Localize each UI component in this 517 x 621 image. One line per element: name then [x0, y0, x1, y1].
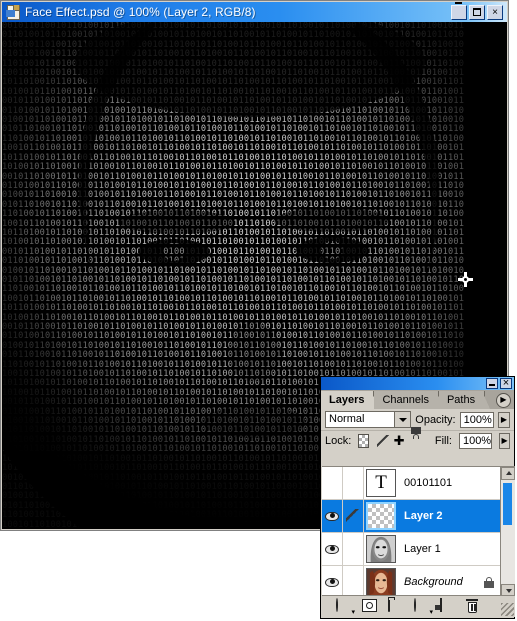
- fill-label: Fill:: [434, 434, 452, 447]
- add-layer-mask-button[interactable]: [362, 599, 377, 614]
- chevron-down-icon: [394, 412, 411, 427]
- lock-row: Lock: ✚ Fill: 100%: [321, 426, 514, 450]
- palette-tabs: Layers Channels Paths: [321, 390, 514, 409]
- eye-icon: [325, 511, 339, 521]
- lock-image-pixels-icon[interactable]: [376, 434, 390, 448]
- tab-layers-label: Layers: [329, 394, 365, 406]
- photoshop-screen: Face Effect.psd @ 100% (Layer 2, RGB/8) …: [0, 0, 517, 621]
- lock-all-icon[interactable]: [411, 426, 422, 448]
- layer-link-toggle[interactable]: [343, 467, 364, 499]
- blend-mode-select[interactable]: Normal: [325, 411, 412, 428]
- layer-name[interactable]: Layer 1: [404, 543, 441, 555]
- close-button[interactable]: ×: [487, 4, 503, 20]
- layer-name[interactable]: Background: [404, 576, 463, 588]
- layer-visibility-toggle[interactable]: [322, 500, 343, 532]
- opacity-label: Opacity:: [415, 413, 456, 426]
- palette-minimize-button[interactable]: [486, 378, 498, 389]
- delete-layer-button[interactable]: [466, 599, 481, 614]
- lock-position-icon[interactable]: ✚: [394, 433, 405, 448]
- opacity-slider-button[interactable]: [497, 411, 510, 429]
- layer-link-toggle[interactable]: [343, 500, 364, 532]
- grayscale-face-icon: [367, 536, 395, 562]
- lock-all-icon: [484, 577, 494, 588]
- layer-link-toggle[interactable]: [343, 566, 364, 596]
- palette-titlebar[interactable]: [321, 376, 514, 390]
- color-face-icon: [367, 569, 395, 595]
- layer-thumbnail-grayscale-face[interactable]: [366, 535, 396, 563]
- new-layer-button[interactable]: [440, 598, 455, 614]
- layer-visibility-toggle[interactable]: [322, 467, 343, 499]
- layer-thumbnail-color-face[interactable]: [366, 568, 396, 596]
- tab-paths[interactable]: Paths: [438, 391, 491, 409]
- opacity-input[interactable]: 100%: [459, 411, 494, 428]
- tab-paths-label: Paths: [446, 394, 476, 406]
- palette-close-button[interactable]: [500, 376, 512, 390]
- close-icon: ×: [492, 6, 498, 18]
- layer-thumbnail-text[interactable]: T: [366, 469, 396, 497]
- tab-layers[interactable]: Layers: [321, 391, 381, 409]
- text-layer-T-icon: T: [375, 472, 387, 493]
- layers-palette: Layers Channels Paths Normal Opacity: 10…: [320, 376, 515, 619]
- table-row[interactable]: Layer 1: [322, 533, 500, 566]
- eye-icon: [325, 577, 339, 587]
- layer-thumbnail-transparent[interactable]: [366, 502, 396, 530]
- lock-label: Lock:: [325, 434, 352, 447]
- layer-name[interactable]: 00101101: [404, 477, 452, 489]
- tab-channels-label: Channels: [382, 394, 429, 406]
- layer-list-scrollbar[interactable]: [500, 467, 515, 596]
- table-row[interactable]: Background: [322, 566, 500, 596]
- table-row[interactable]: Layer 2: [322, 500, 500, 533]
- new-adjustment-layer-button[interactable]: ▾: [414, 598, 433, 616]
- document-title: Face Effect.psd @ 100% (Layer 2, RGB/8): [25, 5, 256, 19]
- layer-link-toggle[interactable]: [343, 533, 364, 565]
- maximize-button[interactable]: [469, 4, 485, 20]
- minimize-button[interactable]: [451, 1, 467, 20]
- layer-visibility-toggle[interactable]: [322, 566, 343, 596]
- scroll-up-arrow-icon[interactable]: [501, 467, 515, 480]
- palette-menu-button[interactable]: [496, 393, 511, 408]
- blend-mode-value: Normal: [329, 413, 365, 425]
- document-titlebar[interactable]: Face Effect.psd @ 100% (Layer 2, RGB/8) …: [2, 1, 507, 22]
- tab-channels[interactable]: Channels: [374, 391, 445, 409]
- layer-style-button[interactable]: ▾: [336, 598, 355, 616]
- layer-rows: T 00101101 Layer 2 Layer 1 Background: [322, 467, 500, 596]
- scrollbar-thumb[interactable]: [503, 483, 512, 525]
- fill-slider-button[interactable]: [499, 432, 510, 450]
- resize-grip-icon[interactable]: [501, 603, 514, 616]
- layer-list[interactable]: T 00101101 Layer 2 Layer 1 Background: [322, 466, 515, 596]
- fill-input[interactable]: 100%: [458, 432, 493, 449]
- layer-visibility-toggle[interactable]: [322, 533, 343, 565]
- table-row[interactable]: T 00101101: [322, 467, 500, 500]
- layer-name[interactable]: Layer 2: [404, 510, 443, 522]
- brush-icon: [346, 509, 360, 523]
- layers-palette-footer: ▾ ▾: [322, 595, 515, 617]
- psd-document-icon: [5, 4, 21, 20]
- eye-icon: [325, 544, 339, 554]
- lock-transparent-pixels-icon[interactable]: [358, 433, 370, 448]
- new-group-button[interactable]: [388, 598, 403, 614]
- window-controls: ×: [451, 1, 503, 20]
